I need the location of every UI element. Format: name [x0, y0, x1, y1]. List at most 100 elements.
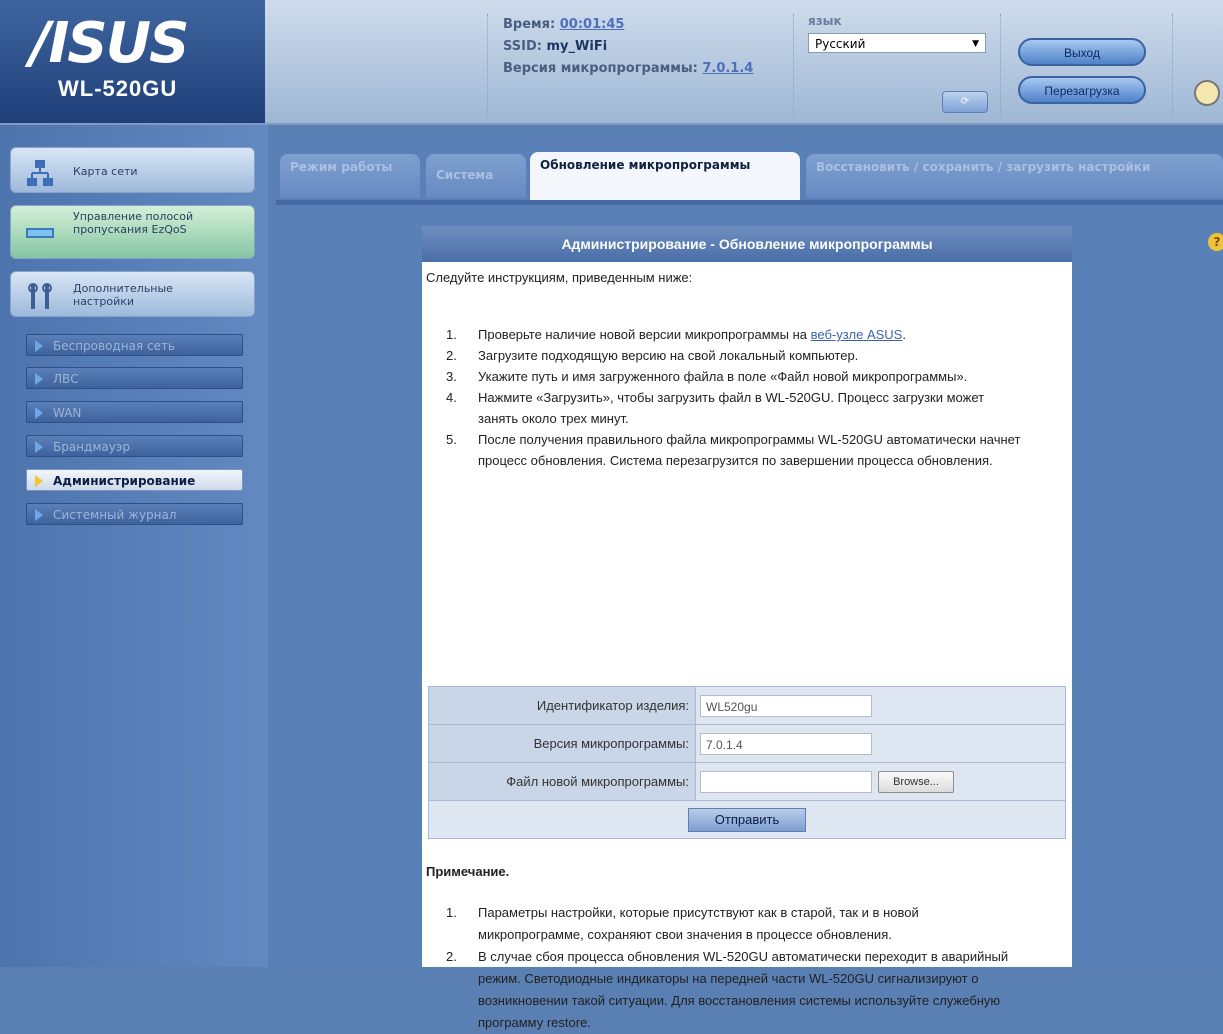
instruction-list: 1. Проверьте наличие новой версии микропр… — [422, 324, 1022, 471]
note-number: 2. — [446, 949, 457, 964]
sidebar-item-label: Управление полосой пропускания EzQoS — [73, 210, 194, 236]
nav-lan[interactable]: ЛВС — [26, 367, 243, 389]
product-id-field: WL520gu — [700, 694, 872, 717]
sidebar-item-advanced[interactable]: Дополнительные настройки — [10, 271, 255, 317]
step-number: 4. — [446, 390, 457, 405]
tab-strip: Режим работы Система Обновление микропро… — [276, 152, 1223, 204]
step-text: Нажмите «Загрузить», чтобы загрузить фай… — [478, 390, 985, 426]
step-text: Загрузите подходящую версию на свой лока… — [478, 348, 859, 363]
asus-website-link[interactable]: веб-узле ASUS — [811, 327, 903, 342]
note-title: Примечание. — [426, 864, 510, 879]
list-item: 2. В случае сбоя процесса обновления WL-5… — [422, 946, 1022, 1034]
nav-label: Беспроводная сеть — [53, 339, 176, 353]
step-text: . — [902, 327, 906, 342]
step-text: Укажите путь и имя загруженного файла в … — [478, 369, 968, 384]
tab-underline — [276, 200, 1223, 205]
nav-label: WAN — [53, 406, 82, 420]
nav-label: Администрирование — [53, 474, 196, 488]
arrow-icon — [35, 475, 43, 487]
table-row: Файл новой микропрограммы: Browse... — [428, 762, 1066, 801]
language-selected: Русский — [815, 37, 866, 51]
language-apply-button[interactable]: ⟳ — [942, 91, 988, 113]
nav-label: Брандмауэр — [53, 440, 131, 454]
new-firmware-file-input[interactable] — [700, 770, 872, 793]
tab-operation-mode[interactable]: Режим работы — [280, 154, 420, 198]
firmware-form: Идентификатор изделия: WL520gu Версия ми… — [428, 686, 1066, 839]
network-map-icon — [27, 160, 53, 186]
model-name: WL-520GU — [58, 76, 178, 101]
list-item: 2. Загрузите подходящую версию на свой ло… — [422, 345, 1022, 366]
header-divider — [793, 14, 794, 116]
list-item: 5. После получения правильного файла микр… — [422, 429, 1022, 471]
list-item: 4. Нажмите «Загрузить», чтобы загрузить ф… — [422, 387, 1022, 429]
nav-system-log[interactable]: Системный журнал — [26, 503, 243, 525]
language-label: язык — [808, 14, 842, 28]
table-row: Версия микропрограммы: 7.0.1.4 — [428, 724, 1066, 763]
header: /ISUS WL-520GU Время: 00:01:45 SSID: my_… — [0, 0, 1223, 125]
step-text: После получения правильного файла микроп… — [478, 432, 1021, 468]
product-id-label: Идентификатор изделия: — [428, 686, 696, 725]
status-info: Время: 00:01:45 SSID: my_WiFi Версия мик… — [503, 14, 753, 80]
list-item: 3. Укажите путь и имя загруженного файла … — [422, 366, 1022, 387]
ssid-label: SSID: — [503, 39, 542, 54]
tab-restore-save-load[interactable]: Восстановить / сохранить / загрузить нас… — [806, 154, 1223, 198]
header-divider — [1172, 14, 1173, 116]
new-firmware-label: Файл новой микропрограммы: — [428, 762, 696, 801]
note-number: 1. — [446, 905, 457, 920]
status-face-icon — [1194, 80, 1220, 106]
dropdown-arrow-icon: ▼ — [972, 39, 979, 49]
notes-list: 1. Параметры настройки, которые присутств… — [422, 902, 1022, 1034]
sidebar-item-label: Дополнительные настройки — [73, 282, 173, 308]
table-row: Идентификатор изделия: WL520gu — [428, 686, 1066, 725]
browse-button[interactable]: Browse... — [878, 770, 954, 793]
sidebar-item-label: Карта сети — [73, 165, 138, 178]
firmware-version-field: 7.0.1.4 — [700, 732, 872, 755]
sidebar: Карта сети Управление полосой пропускани… — [0, 125, 268, 967]
asus-logo: /ISUS — [30, 11, 189, 76]
nav-administration[interactable]: Администрирование — [26, 469, 243, 491]
reboot-button[interactable]: Перезагрузка — [1018, 76, 1146, 104]
nav-wireless[interactable]: Беспроводная сеть — [26, 334, 243, 356]
arrow-icon — [35, 373, 43, 385]
logout-button[interactable]: Выход — [1018, 38, 1146, 66]
panel-title: Администрирование - Обновление микропрог… — [422, 226, 1072, 262]
nav-wan[interactable]: WAN — [26, 401, 243, 423]
firmware-label: Версия микропрограммы: — [503, 61, 698, 76]
table-row: Отправить — [428, 800, 1066, 839]
intro-text: Следуйте инструкциям, приведенным ниже: — [426, 270, 693, 285]
tab-firmware-upgrade[interactable]: Обновление микропрограммы — [530, 152, 800, 204]
note-text: В случае сбоя процесса обновления WL-520… — [478, 949, 1009, 1030]
help-icon[interactable]: ? — [1208, 233, 1223, 251]
logo-area: /ISUS WL-520GU — [0, 0, 265, 123]
nav-label: ЛВС — [53, 372, 79, 386]
firmware-panel: Администрирование - Обновление микропрог… — [422, 226, 1072, 1030]
tools-icon — [28, 283, 52, 309]
step-number: 3. — [446, 369, 457, 384]
sidebar-item-ezqos[interactable]: Управление полосой пропускания EzQoS — [10, 205, 255, 259]
arrow-icon — [35, 509, 43, 521]
arrow-icon — [35, 407, 43, 419]
nav-label: Системный журнал — [53, 508, 177, 522]
tab-system[interactable]: Система — [426, 154, 526, 198]
note-text: Параметры настройки, которые присутствую… — [478, 905, 919, 942]
submit-button[interactable]: Отправить — [688, 807, 806, 832]
arrow-icon — [35, 441, 43, 453]
ssid-value: my_WiFi — [546, 39, 608, 54]
arrow-icon — [35, 340, 43, 352]
list-item: 1. Параметры настройки, которые присутств… — [422, 902, 1022, 946]
header-divider — [1000, 14, 1001, 116]
firmware-version-link[interactable]: 7.0.1.4 — [702, 61, 753, 76]
list-item: 1. Проверьте наличие новой версии микропр… — [422, 324, 1022, 345]
step-text: Проверьте наличие новой версии микропрог… — [478, 327, 811, 342]
nav-firewall[interactable]: Брандмауэр — [26, 435, 243, 457]
language-select[interactable]: Русский ▼ — [808, 33, 986, 53]
sidebar-item-network-map[interactable]: Карта сети — [10, 147, 255, 193]
step-number: 1. — [446, 327, 457, 342]
time-label: Время: — [503, 17, 556, 32]
step-number: 5. — [446, 432, 457, 447]
ezqos-icon — [26, 228, 54, 238]
main-content: Режим работы Система Обновление микропро… — [276, 140, 1223, 1030]
time-link[interactable]: 00:01:45 — [560, 17, 625, 32]
header-divider — [487, 14, 488, 116]
step-number: 2. — [446, 348, 457, 363]
